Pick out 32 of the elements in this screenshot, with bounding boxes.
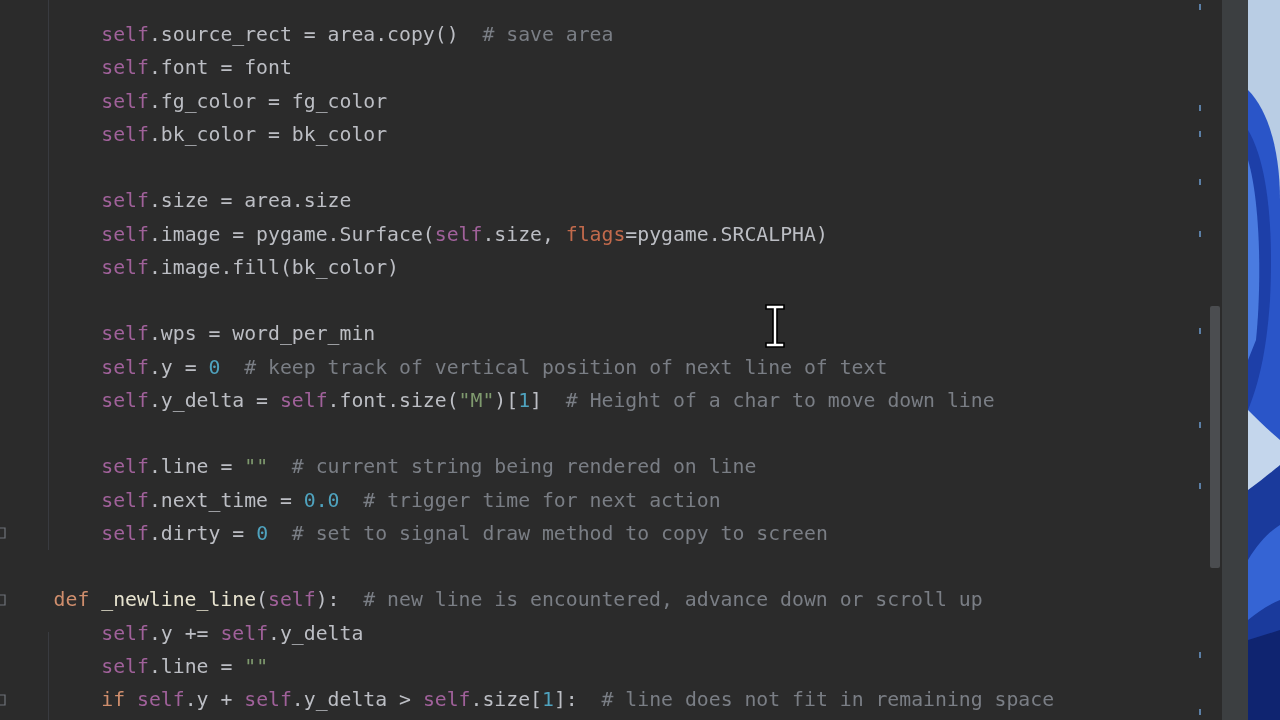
scroll-marker xyxy=(1199,652,1201,658)
code-line: self.next_time = 0.0 # trigger time for next action xyxy=(100,487,721,514)
scrollbar-thumb[interactable] xyxy=(1210,306,1220,568)
code-line: self.wps = word_per_min xyxy=(100,321,376,348)
code-line: self.source_rect = area.copy() # save area xyxy=(100,22,614,48)
code-line: self.image.fill(bk_color) xyxy=(100,254,400,281)
scroll-marker xyxy=(1199,709,1201,715)
code-line: self.y += self.y_delta xyxy=(100,620,364,647)
code-line: if self.y + self.y_delta > self.size[1]: # line does not fit in remaining space xyxy=(100,687,1055,713)
scroll-marker xyxy=(1199,422,1201,428)
code-line: self.line = "" # current string being rendered on line xyxy=(100,454,757,481)
code-line: self.image = pygame.Surface(self.size, flags=pygame.SRCALPHA) xyxy=(100,221,828,248)
fold-icon[interactable] xyxy=(0,527,6,540)
code-line: self.y = 0 # keep track of vertical position of next line of text xyxy=(100,354,888,381)
code-line: self.font = font xyxy=(100,55,292,82)
scroll-marker xyxy=(1199,179,1201,185)
code-line: def _newline_line(self): # new line is encountered, advance down or scroll up xyxy=(52,587,983,614)
fold-icon[interactable] xyxy=(0,693,6,706)
scroll-marker xyxy=(1199,4,1201,10)
code-line: self.fg_color = fg_color xyxy=(100,88,388,115)
scroll-marker xyxy=(1199,105,1201,111)
code-line: self.bk_color = bk_color xyxy=(100,121,388,148)
scroll-marker xyxy=(1199,328,1201,334)
text-cursor-icon xyxy=(763,303,787,349)
scroll-marker xyxy=(1199,231,1201,237)
scroll-marker xyxy=(1199,131,1201,137)
code-line: self.size = area.size xyxy=(100,188,352,215)
code-line: self.line = "" xyxy=(100,653,269,680)
scroll-marker xyxy=(1199,483,1201,489)
code-line: self.dirty = 0 # set to signal draw method to copy to screen xyxy=(100,520,828,547)
fold-icon[interactable] xyxy=(0,593,6,606)
code-line: self.y_delta = self.font.size("M")[1] # Height of a char to move down line xyxy=(100,387,995,414)
